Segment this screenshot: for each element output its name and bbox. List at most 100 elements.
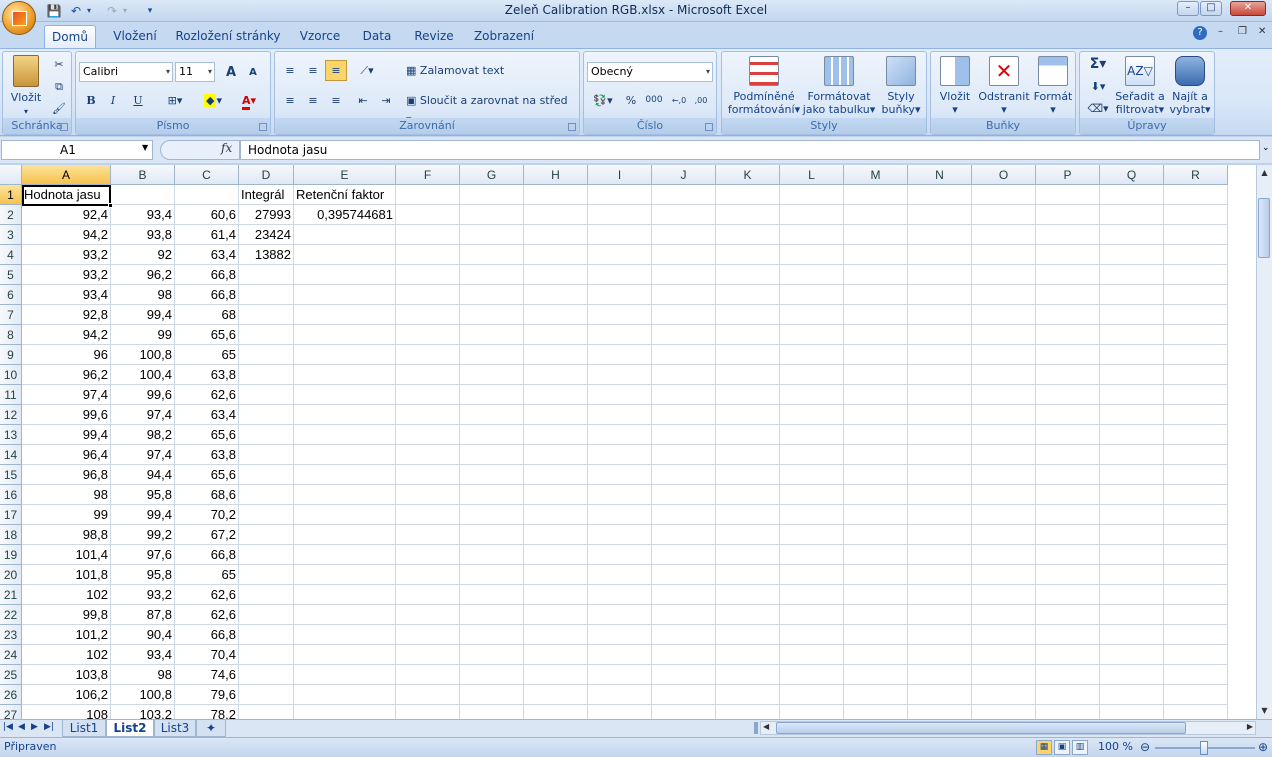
cell[interactable]: 67,2 (175, 525, 239, 545)
tab-review[interactable]: Revize (408, 25, 460, 48)
cell[interactable] (1164, 465, 1228, 485)
cell[interactable]: 99,6 (111, 385, 175, 405)
cell[interactable] (239, 285, 294, 305)
scroll-right-icon[interactable]: ▶ (1247, 722, 1253, 731)
decrease-indent-icon[interactable]: ⇤ (352, 90, 374, 111)
cell[interactable] (1164, 485, 1228, 505)
tab-view[interactable]: Zobrazení (470, 25, 538, 48)
cell[interactable] (1036, 425, 1100, 445)
cell[interactable]: Hodnota jasu (22, 185, 111, 205)
font-launcher-icon[interactable] (259, 123, 267, 131)
copy-icon[interactable]: ⧉ (49, 76, 69, 97)
cell[interactable] (1036, 405, 1100, 425)
insert-sheet-icon[interactable]: ✦ (196, 720, 226, 737)
cell[interactable] (396, 605, 460, 625)
cell[interactable] (780, 285, 844, 305)
cell[interactable] (1036, 525, 1100, 545)
cell[interactable] (588, 465, 652, 485)
cell[interactable] (396, 185, 460, 205)
scroll-left-icon[interactable]: ◀ (763, 722, 769, 731)
cell[interactable] (716, 365, 780, 385)
cell[interactable] (908, 505, 972, 525)
cell[interactable] (460, 645, 524, 665)
cell[interactable] (652, 665, 716, 685)
cell[interactable] (460, 425, 524, 445)
column-header[interactable]: J (652, 165, 716, 185)
align-center-icon[interactable]: ≡ (302, 90, 324, 111)
cell[interactable]: 98 (111, 665, 175, 685)
cell[interactable] (972, 425, 1036, 445)
cell[interactable] (1100, 445, 1164, 465)
cell[interactable] (1036, 705, 1100, 719)
cell[interactable] (844, 585, 908, 605)
cell[interactable] (396, 325, 460, 345)
column-header[interactable]: C (175, 165, 239, 185)
cell[interactable] (844, 345, 908, 365)
cell[interactable] (716, 545, 780, 565)
close-button[interactable]: ✕ (1230, 1, 1266, 16)
cell[interactable] (652, 305, 716, 325)
column-header[interactable]: L (780, 165, 844, 185)
cell[interactable] (1036, 505, 1100, 525)
find-select-button[interactable]: Najít a vybrat▾ (1166, 56, 1214, 116)
cell[interactable] (780, 265, 844, 285)
cell[interactable] (844, 545, 908, 565)
ribbon-minimize-icon[interactable]: – (1218, 26, 1223, 37)
cell[interactable] (908, 485, 972, 505)
cell[interactable] (460, 685, 524, 705)
cell[interactable] (588, 205, 652, 225)
cell[interactable] (1164, 285, 1228, 305)
autosum-button[interactable]: Σ▾ (1084, 54, 1112, 75)
cell[interactable]: 98 (22, 485, 111, 505)
cell[interactable] (460, 665, 524, 685)
cell[interactable]: 70,4 (175, 645, 239, 665)
cell[interactable]: 93,2 (111, 585, 175, 605)
cell[interactable] (844, 705, 908, 719)
cell[interactable] (652, 345, 716, 365)
cell[interactable] (652, 565, 716, 585)
cell[interactable] (294, 545, 396, 565)
cell[interactable] (396, 265, 460, 285)
cell[interactable] (908, 545, 972, 565)
column-header[interactable]: N (908, 165, 972, 185)
cell[interactable] (780, 485, 844, 505)
align-right-icon[interactable]: ≡ (325, 90, 347, 111)
cell[interactable] (780, 585, 844, 605)
row-header[interactable]: 3 (0, 225, 22, 245)
cell[interactable] (396, 465, 460, 485)
cell[interactable] (1036, 385, 1100, 405)
cell[interactable]: 101,4 (22, 545, 111, 565)
cell[interactable]: 98,8 (22, 525, 111, 545)
row-header[interactable]: 8 (0, 325, 22, 345)
cell[interactable] (460, 445, 524, 465)
cell[interactable] (780, 325, 844, 345)
cell[interactable] (460, 245, 524, 265)
cell[interactable] (780, 665, 844, 685)
cell[interactable] (716, 305, 780, 325)
cell[interactable] (1100, 325, 1164, 345)
cell[interactable] (294, 585, 396, 605)
zoom-slider-thumb[interactable] (1200, 741, 1208, 755)
cell[interactable]: 93,4 (111, 645, 175, 665)
cell[interactable] (460, 565, 524, 585)
cell[interactable] (524, 225, 588, 245)
cell[interactable] (652, 605, 716, 625)
cell[interactable] (524, 465, 588, 485)
cell[interactable] (908, 245, 972, 265)
cell[interactable] (844, 445, 908, 465)
cell[interactable] (972, 605, 1036, 625)
cell[interactable] (652, 525, 716, 545)
cell[interactable]: 62,6 (175, 385, 239, 405)
cell[interactable] (1100, 645, 1164, 665)
row-header[interactable]: 25 (0, 665, 22, 685)
cell[interactable] (780, 205, 844, 225)
cell[interactable] (524, 525, 588, 545)
cell[interactable] (652, 425, 716, 445)
insert-function-button[interactable]: fx (221, 141, 232, 155)
cell[interactable] (239, 665, 294, 685)
cell[interactable]: 96 (22, 345, 111, 365)
cell[interactable] (972, 365, 1036, 385)
cell[interactable] (908, 625, 972, 645)
cell[interactable] (524, 645, 588, 665)
row-header[interactable]: 17 (0, 505, 22, 525)
